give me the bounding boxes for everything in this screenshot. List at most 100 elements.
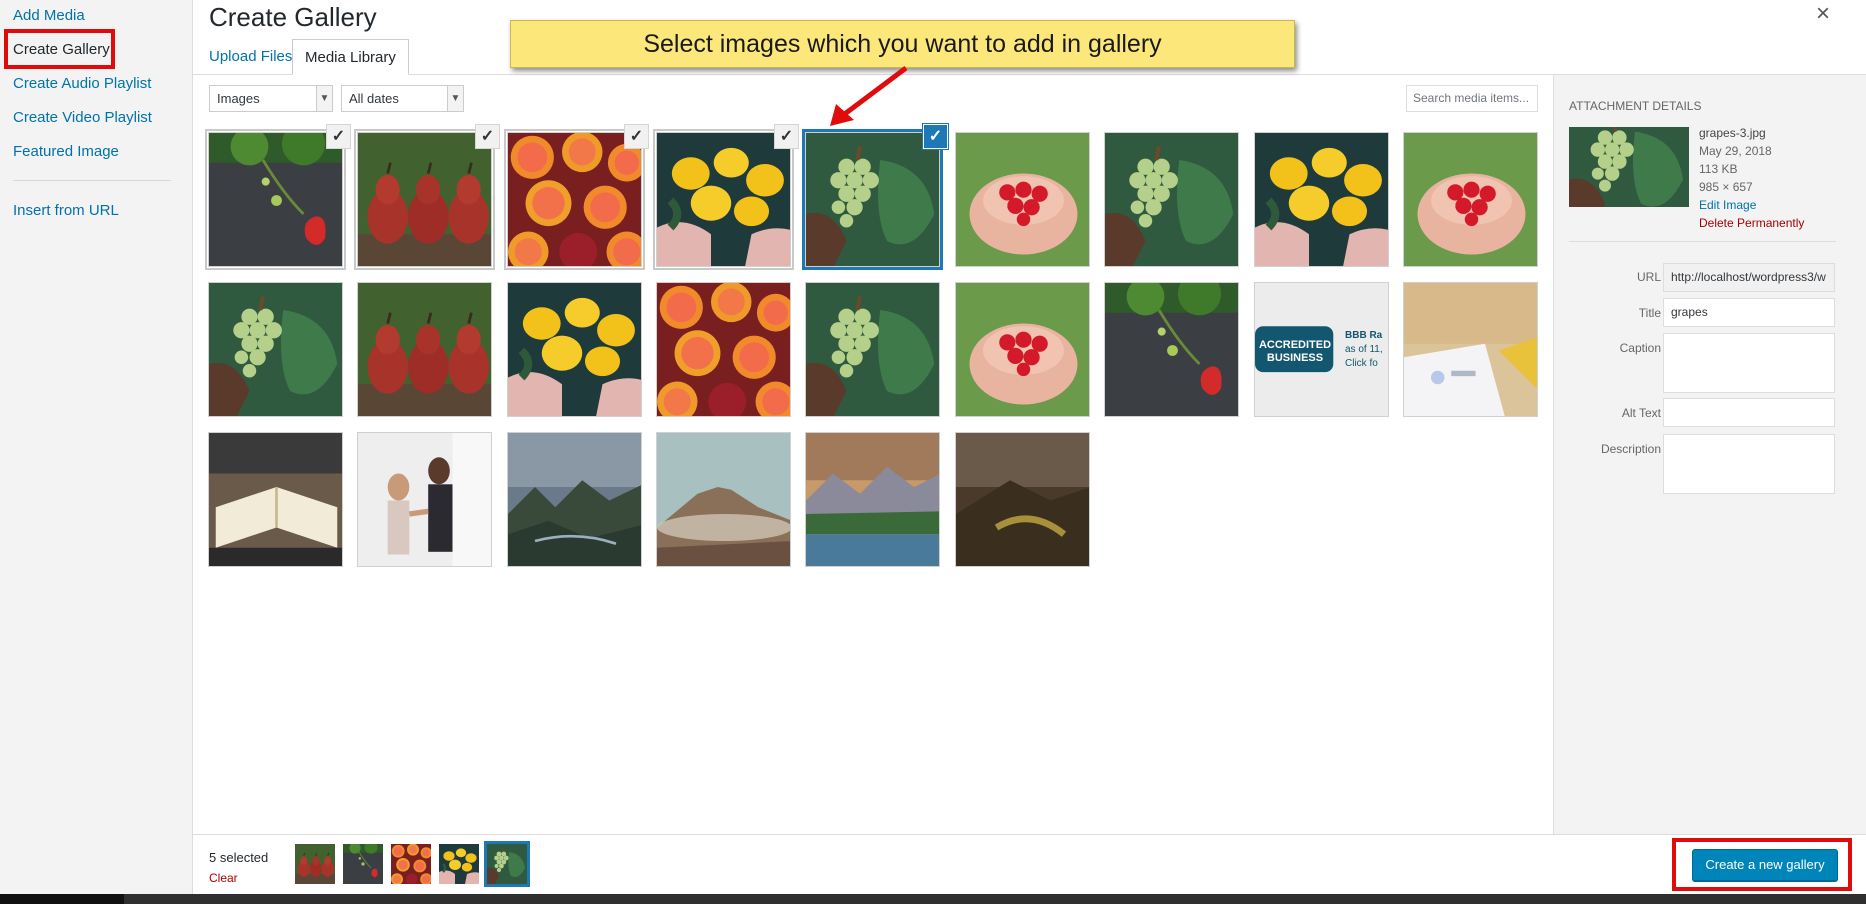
thumbnail-pears — [295, 844, 335, 884]
thumbnail-grapefruit — [391, 844, 431, 884]
media-item-focused[interactable] — [805, 132, 940, 267]
thumbnail-grapes — [1105, 133, 1239, 267]
attachment-date: May 29, 2018 — [1699, 144, 1772, 158]
attachment-thumbnail — [1569, 127, 1689, 207]
edit-image-link[interactable]: Edit Image — [1699, 198, 1756, 212]
menu-item-featured-image[interactable]: Featured Image — [13, 143, 119, 160]
media-item[interactable] — [507, 432, 642, 567]
badge-text: Click fo — [1345, 358, 1378, 369]
media-item[interactable] — [507, 282, 642, 417]
alt-text-field[interactable] — [1663, 398, 1835, 427]
annotation-highlight-create-gallery — [4, 29, 115, 69]
media-item[interactable] — [507, 132, 642, 267]
attachment-size: 113 KB — [1699, 162, 1738, 176]
badge-text: ACCREDITED — [1258, 339, 1332, 351]
media-item[interactable] — [357, 432, 492, 567]
caption-field[interactable] — [1663, 333, 1835, 393]
alt-text-label: Alt Text — [1621, 406, 1661, 420]
url-field[interactable]: http://localhost/wordpress3/w — [1663, 263, 1835, 292]
thumbnail-cherries — [956, 283, 1090, 417]
thumbnail-pears — [358, 283, 492, 417]
check-icon[interactable]: ✓ — [624, 124, 649, 149]
media-item[interactable] — [1403, 132, 1538, 267]
screen-bottom-edge — [0, 894, 1866, 904]
thumbnail-lemons — [439, 844, 479, 884]
selected-thumb[interactable] — [343, 844, 383, 884]
thumbnail-lemons — [1255, 133, 1389, 267]
selected-thumb[interactable] — [295, 844, 335, 884]
media-item[interactable] — [208, 132, 343, 267]
title-label: Title — [1638, 306, 1661, 320]
filter-type-value: Images — [217, 91, 260, 106]
thumbnail-lemons — [508, 283, 642, 417]
menu-item-create-video-playlist[interactable]: Create Video Playlist — [13, 109, 152, 126]
media-item[interactable] — [656, 282, 791, 417]
thumbnail-grapes — [806, 133, 940, 267]
media-item[interactable] — [357, 132, 492, 267]
menu-separator — [13, 180, 171, 181]
media-item[interactable] — [656, 432, 791, 567]
page-title: Create Gallery — [209, 2, 377, 32]
annotation-callout: Select images which you want to add in g… — [510, 20, 1295, 68]
media-item-bbb-badge[interactable]: ACCREDITED BUSINESS BBB Ra as of 11, Cli… — [1254, 282, 1389, 417]
selection-count: 5 selected — [209, 850, 269, 865]
details-divider — [1569, 241, 1836, 242]
media-item[interactable] — [955, 432, 1090, 567]
media-item[interactable] — [955, 282, 1090, 417]
filter-date-value: All dates — [349, 91, 399, 106]
badge-text: as of 11, — [1345, 344, 1383, 355]
thumbnail-desk-papers — [1404, 283, 1538, 417]
media-item[interactable] — [955, 132, 1090, 267]
description-label: Description — [1600, 442, 1661, 456]
attachment-filename: grapes-3.jpg — [1699, 126, 1766, 140]
thumbnail-strawberry — [209, 133, 343, 267]
delete-permanently-link[interactable]: Delete Permanently — [1699, 216, 1804, 230]
selected-thumb[interactable] — [439, 844, 479, 884]
thumbnail-strawberry — [1105, 283, 1239, 417]
check-icon[interactable]: ✓ — [475, 124, 500, 149]
chevron-down-icon: ▼ — [447, 86, 463, 111]
search-input[interactable]: Search media items... — [1406, 85, 1538, 112]
chevron-down-icon: ▼ — [316, 86, 332, 111]
media-item[interactable] — [805, 432, 940, 567]
close-icon[interactable]: × — [1816, 0, 1830, 28]
media-item[interactable] — [805, 282, 940, 417]
media-item[interactable] — [208, 432, 343, 567]
media-item[interactable] — [208, 282, 343, 417]
clear-selection-link[interactable]: Clear — [209, 871, 238, 885]
menu-item-create-audio-playlist[interactable]: Create Audio Playlist — [13, 75, 151, 92]
thumbnail-notebook — [209, 433, 343, 567]
thumbnail-grapes — [487, 844, 527, 884]
description-field[interactable] — [1663, 434, 1835, 494]
thumbnail-cherries — [1404, 133, 1538, 267]
media-item[interactable] — [1254, 132, 1389, 267]
check-icon[interactable]: ✓ — [774, 124, 799, 149]
thumbnail-lake-mountains — [806, 433, 940, 567]
media-item[interactable] — [357, 282, 492, 417]
thumbnail-cherries — [956, 133, 1090, 267]
menu-item-insert-from-url[interactable]: Insert from URL — [13, 202, 119, 219]
annotation-highlight-create-button — [1672, 838, 1852, 891]
media-item[interactable] — [1104, 132, 1239, 267]
thumbnail-grapes — [209, 283, 343, 417]
tab-upload-files[interactable]: Upload Files — [197, 39, 304, 75]
filter-type-select[interactable]: Images ▼ — [209, 85, 333, 112]
title-field[interactable]: grapes — [1663, 298, 1835, 327]
media-item[interactable] — [1104, 282, 1239, 417]
thumbnail-mountain-valley — [508, 433, 642, 567]
selected-thumb-focused[interactable] — [487, 844, 527, 884]
check-icon[interactable]: ✓ — [326, 124, 351, 149]
thumbnail-grapefruit — [508, 133, 642, 267]
menu-item-add-media[interactable]: Add Media — [13, 7, 85, 24]
check-icon[interactable]: ✓ — [923, 124, 948, 149]
badge-text: BUSINESS — [1266, 352, 1324, 364]
filter-date-select[interactable]: All dates ▼ — [341, 85, 464, 112]
media-menu: Add Media Create Gallery Create Audio Pl… — [0, 0, 193, 904]
badge-text: BBB Ra — [1345, 330, 1383, 341]
attachment-dimensions: 985 × 657 — [1699, 180, 1753, 194]
tab-media-library[interactable]: Media Library — [292, 39, 409, 75]
media-item[interactable] — [1403, 282, 1538, 417]
thumbnail-strawberry — [343, 844, 383, 884]
media-item[interactable] — [656, 132, 791, 267]
selected-thumb[interactable] — [391, 844, 431, 884]
